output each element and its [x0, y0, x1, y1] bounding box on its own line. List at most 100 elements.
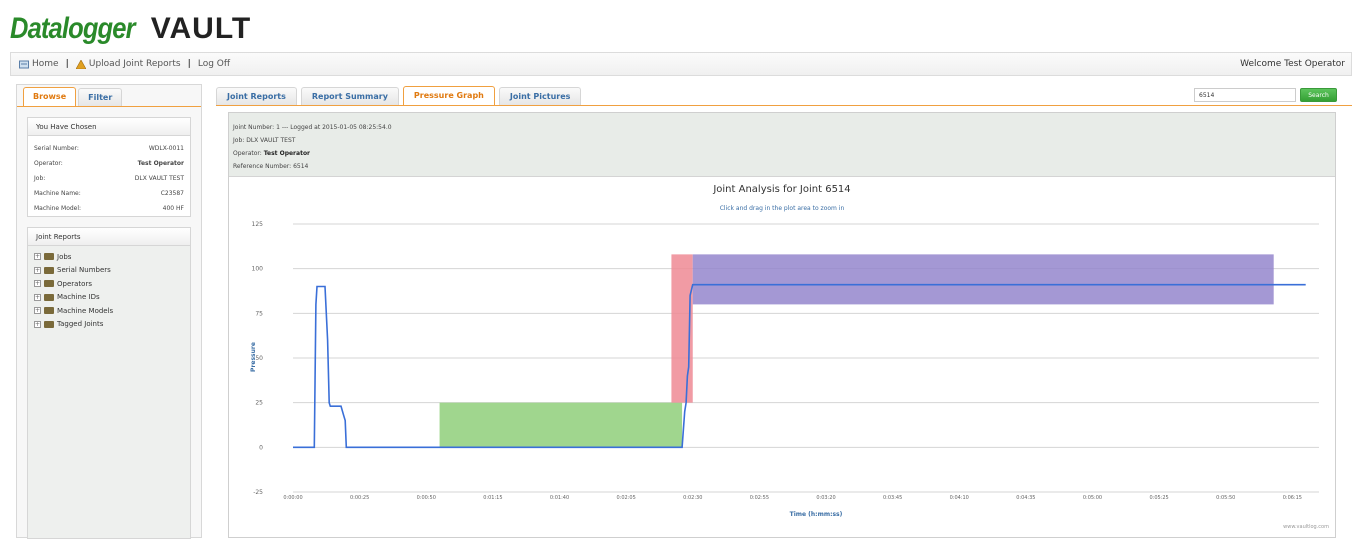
x-tick-label: 0:02:55 [750, 495, 769, 501]
tab-report-summary[interactable]: Report Summary [300, 87, 399, 105]
joint-reports-box: Joint Reports + Jobs + Serial Numbers + Ope… [27, 227, 191, 539]
chosen-label: Machine Name: [34, 190, 81, 197]
y-tick-label: 100 [252, 266, 264, 273]
y-tick-label: 75 [255, 310, 263, 317]
logoff-link[interactable]: Log Off [198, 59, 230, 69]
tab-joint-reports[interactable]: Joint Reports [216, 87, 297, 105]
tree-label: Tagged Joints [57, 320, 104, 329]
operator-line: Operator: Test Operator [233, 147, 1335, 160]
x-axis-label: Time (h:mm:ss) [790, 511, 843, 518]
chosen-label: Serial Number: [34, 145, 79, 152]
chosen-row: Machine Model: 400 HF [28, 201, 190, 216]
tree-item-machine-models[interactable]: + Machine Models [28, 304, 190, 318]
y-tick-label: 125 [252, 221, 264, 228]
expand-icon[interactable]: + [34, 266, 41, 274]
tab-browse[interactable]: Browse [23, 87, 77, 106]
folder-icon [44, 320, 54, 328]
nav-separator: | [187, 59, 191, 69]
x-tick-label: 0:04:10 [950, 495, 969, 501]
expand-icon[interactable]: + [34, 280, 41, 288]
nav-separator: | [65, 59, 69, 69]
x-tick-label: 0:02:05 [616, 495, 635, 501]
chosen-value: C23587 [160, 190, 184, 197]
x-tick-label: 0:05:00 [1083, 495, 1102, 501]
search-input[interactable] [1194, 88, 1296, 102]
chosen-title: You Have Chosen [28, 118, 190, 136]
left-panel: Browse Filter You Have Chosen Serial Num… [16, 84, 202, 539]
folder-icon [44, 293, 54, 301]
tree-label: Serial Numbers [57, 266, 111, 275]
reference-line: Reference Number: 6514 [233, 160, 1335, 173]
x-tick-label: 0:00:50 [417, 495, 436, 501]
tree-label: Operators [57, 279, 92, 288]
y-tick-label: 25 [255, 400, 263, 407]
tree-item-machine-ids[interactable]: + Machine IDs [28, 291, 190, 305]
x-tick-label: 0:05:50 [1216, 495, 1235, 501]
job-value: DLX VAULT TEST [246, 137, 296, 144]
x-tick-label: 0:03:20 [816, 495, 835, 501]
joint-logged-line: Joint Number: 1 --- Logged at 2015-01-05… [233, 124, 392, 131]
chosen-row: Machine Name: C23587 [28, 186, 190, 201]
folder-icon [44, 266, 54, 274]
chosen-value: Test Operator [137, 160, 184, 167]
search-button[interactable]: Search [1300, 88, 1337, 102]
tab-pressure-graph[interactable]: Pressure Graph [402, 86, 495, 105]
reference-label: Reference Number: [233, 163, 292, 170]
x-tick-label: 0:03:45 [883, 495, 902, 501]
chart-credit: www.vaultlog.com [1283, 524, 1329, 530]
app-logo: Datalogger VAULT [10, 6, 251, 46]
tree-item-jobs[interactable]: + Jobs [28, 250, 190, 264]
home-icon [19, 60, 29, 69]
x-tick-label: 0:06:15 [1283, 495, 1302, 501]
y-axis-label: Pressure [250, 342, 257, 372]
chosen-label: Machine Model: [34, 205, 82, 212]
chosen-value: 400 HF [162, 205, 184, 212]
top-nav-bar: Home | Upload Joint Reports | Log Off We… [10, 52, 1352, 76]
folder-icon [44, 280, 54, 288]
logo-part-1: Datalogger [10, 12, 136, 45]
x-tick-label: 0:00:25 [350, 495, 369, 501]
x-tick-label: 0:00:00 [283, 495, 302, 501]
chosen-value: DLX VAULT TEST [134, 175, 184, 182]
chart-title: Joint Analysis for Joint 6514 [712, 184, 850, 195]
main-tabs: Joint Reports Report Summary Pressure Gr… [216, 84, 1352, 106]
x-tick-labels: 0:00:00 0:00:25 0:00:50 0:01:15 0:01:40 0:02:… [283, 495, 1302, 501]
y-tick-label: -25 [253, 489, 263, 496]
folder-icon [44, 307, 54, 315]
left-tabs: Browse Filter [17, 85, 201, 107]
home-link[interactable]: Home [32, 59, 59, 69]
job-label: Job: [233, 137, 245, 144]
tab-filter[interactable]: Filter [78, 88, 123, 106]
tree-label: Machine Models [57, 306, 114, 315]
chart-bands [439, 254, 1274, 448]
tab-joint-pictures[interactable]: Joint Pictures [498, 87, 582, 105]
chosen-box: You Have Chosen Serial Number: WDLX-0011 … [27, 117, 191, 217]
chosen-value: WDLX-0011 [148, 145, 184, 152]
operator-label: Operator: [233, 150, 262, 157]
job-line: Job: DLX VAULT TEST [233, 134, 1335, 147]
folder-icon [44, 253, 54, 261]
expand-icon[interactable]: + [34, 293, 41, 301]
expand-icon[interactable]: + [34, 253, 41, 261]
chosen-row: Serial Number: WDLX-0011 [28, 141, 190, 156]
expand-icon[interactable]: + [34, 320, 41, 328]
chosen-row: Operator: Test Operator [28, 156, 190, 171]
operator-value: Test Operator [263, 150, 311, 157]
x-tick-label: 0:01:15 [483, 495, 502, 501]
x-tick-label: 0:01:40 [550, 495, 569, 501]
chosen-label: Operator: [34, 160, 63, 167]
expand-icon[interactable]: + [34, 307, 41, 315]
y-tick-label: 0 [259, 444, 263, 451]
chart-subtitle: Click and drag in the plot area to zoom … [720, 205, 845, 212]
tree-label: Machine IDs [57, 293, 100, 302]
x-tick-label: 0:02:30 [683, 495, 702, 501]
tree-item-serial-numbers[interactable]: + Serial Numbers [28, 264, 190, 278]
upload-link[interactable]: Upload Joint Reports [89, 59, 181, 69]
pressure-chart[interactable]: -250255075100125 0:00:00 0:00:25 0:00:50 0:… [229, 176, 1335, 536]
tree-item-operators[interactable]: + Operators [28, 277, 190, 291]
tree-label: Jobs [57, 252, 72, 261]
logo-part-2: VAULT [150, 12, 252, 45]
tree-item-tagged-joints[interactable]: + Tagged Joints [28, 318, 190, 332]
welcome-text: Welcome Test Operator [1240, 59, 1345, 69]
chosen-row: Job: DLX VAULT TEST [28, 171, 190, 186]
